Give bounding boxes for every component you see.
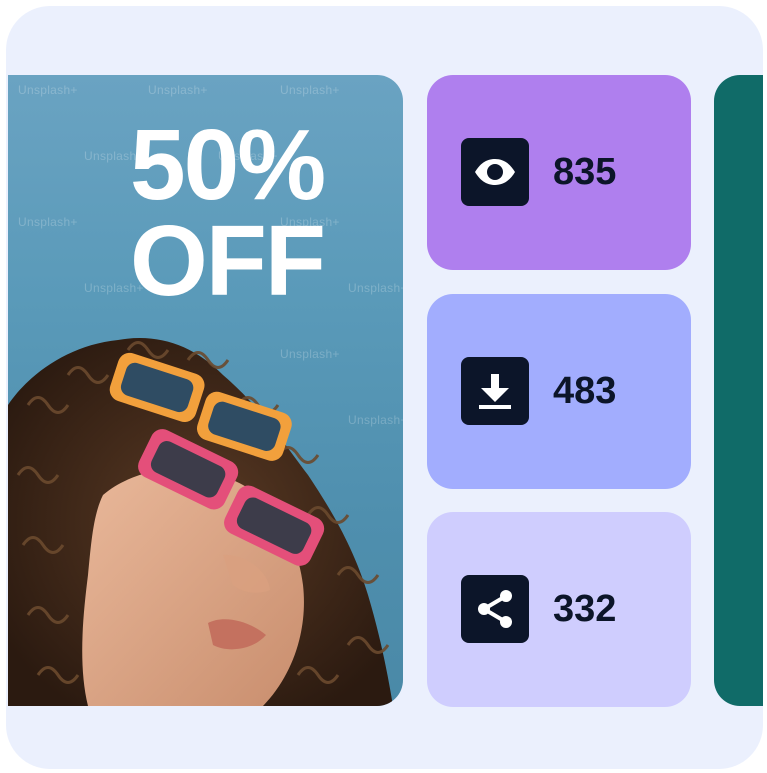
views-count: 835 <box>553 151 617 193</box>
shares-count: 332 <box>553 588 617 630</box>
download-icon <box>461 357 529 425</box>
promo-card[interactable]: Unsplash+ Unsplash+ Unsplash+ Unsplash+ … <box>8 75 403 706</box>
views-stat-card[interactable]: 835 <box>427 75 691 270</box>
watermark: Unsplash+ <box>280 347 340 361</box>
headline-percent: 50% <box>130 109 326 221</box>
watermark: Unsplash+ <box>348 281 403 295</box>
shares-stat-card[interactable]: 332 <box>427 512 691 707</box>
share-icon <box>461 575 529 643</box>
watermark: Unsplash+ <box>18 83 78 97</box>
dashboard-frame: Unsplash+ Unsplash+ Unsplash+ Unsplash+ … <box>6 6 763 769</box>
eye-icon <box>461 138 529 206</box>
watermark: Unsplash+ <box>18 215 78 229</box>
promo-headline: 50% OFF <box>130 109 326 317</box>
headline-off: OFF <box>130 205 326 317</box>
watermark: Unsplash+ <box>348 413 403 427</box>
downloads-stat-card[interactable]: 483 <box>427 294 691 489</box>
downloads-count: 483 <box>553 370 617 412</box>
watermark: Unsplash+ <box>280 83 340 97</box>
side-panel[interactable] <box>714 75 763 706</box>
watermark: Unsplash+ <box>148 83 208 97</box>
